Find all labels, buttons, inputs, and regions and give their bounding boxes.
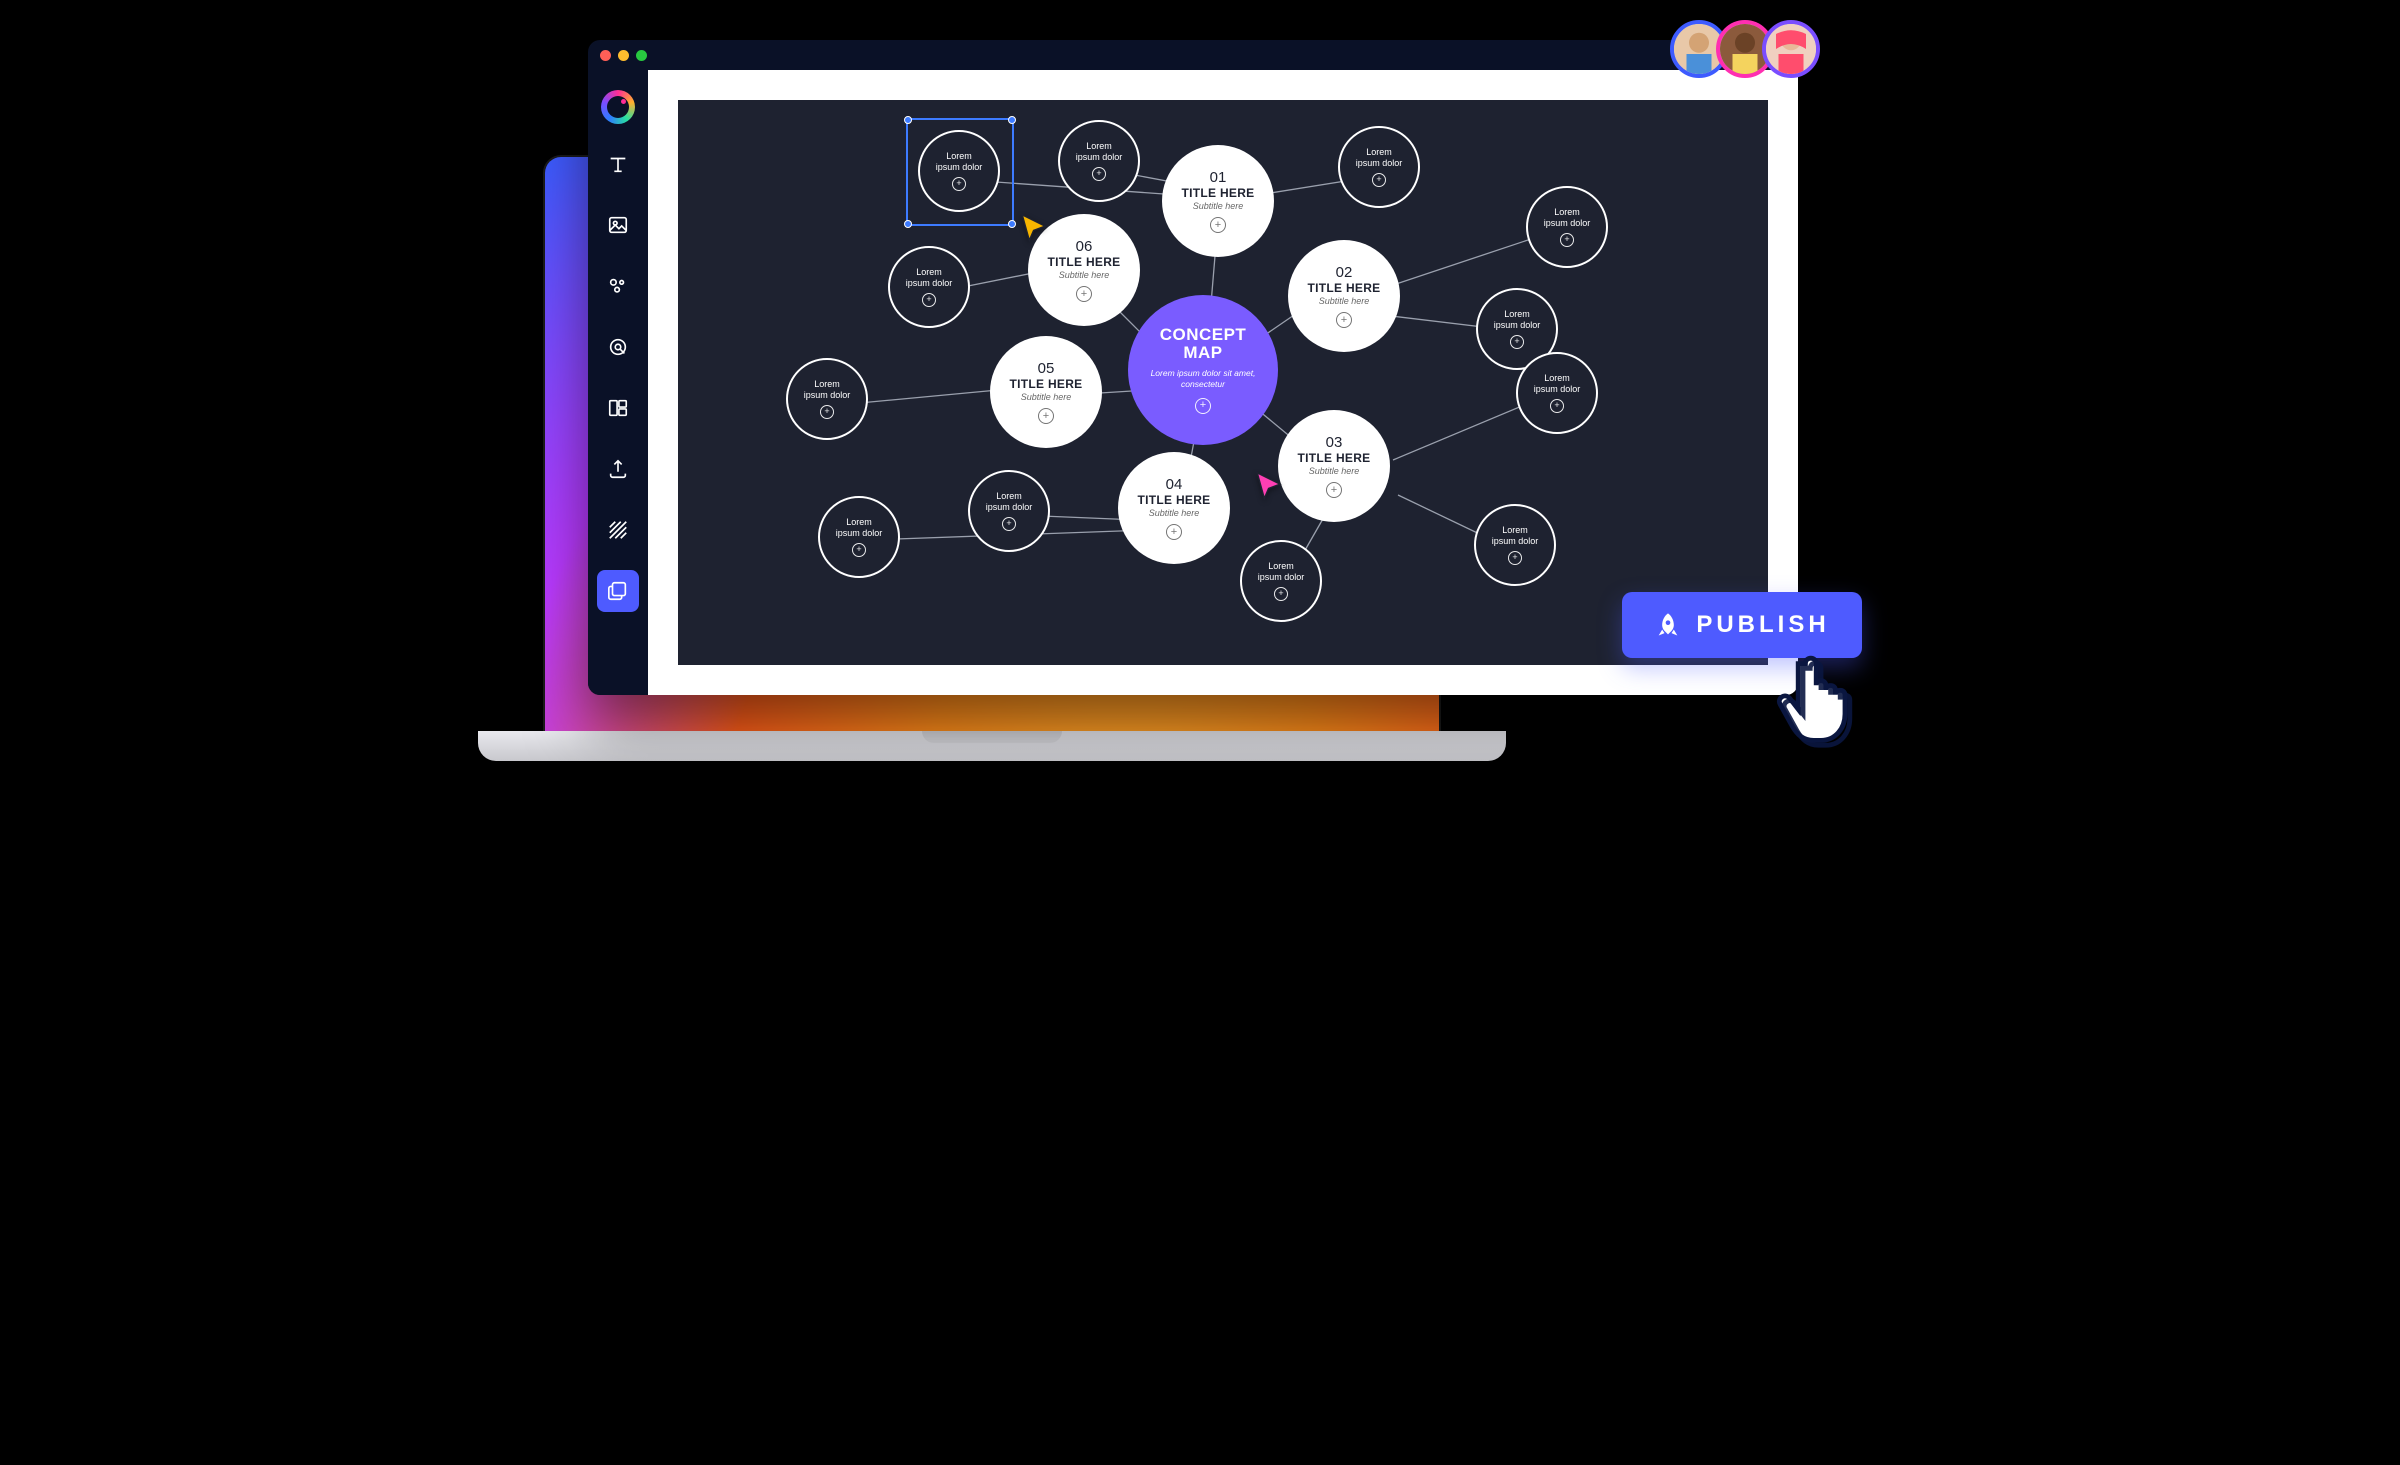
tool-image[interactable] [597,204,639,246]
add-icon[interactable]: + [1550,399,1564,413]
branch-node-04[interactable]: 04 TITLE HERE Subtitle here + [1118,452,1230,564]
branch-subtitle: Subtitle here [1059,270,1110,280]
tool-background[interactable] [597,509,639,551]
collaborator-cursor-pink [1253,470,1287,509]
branch-title: TITLE HERE [1297,451,1370,465]
add-icon[interactable]: + [1274,587,1288,601]
laptop-base [478,731,1506,761]
avatar[interactable] [1762,20,1820,78]
add-icon[interactable]: + [1510,335,1524,349]
branch-node-02[interactable]: 02 TITLE HERE Subtitle here + [1288,240,1400,352]
leaf-node[interactable]: Loremipsum dolor+ [1526,186,1608,268]
branch-number: 01 [1210,169,1227,186]
hatch-icon [607,519,629,541]
tool-insert[interactable] [597,448,639,490]
add-icon[interactable]: + [1092,167,1106,181]
target-click-icon [607,336,629,358]
branch-number: 05 [1038,360,1055,377]
tool-smartblock[interactable] [597,387,639,429]
hub-subtitle: Lorem ipsum dolor sit amet, consectetur [1128,368,1278,390]
branch-subtitle: Subtitle here [1319,296,1370,306]
editor-window: CONCEPTMAP Lorem ipsum dolor sit amet, c… [588,40,1798,695]
branch-subtitle: Subtitle here [1193,201,1244,211]
add-icon[interactable]: + [1372,173,1386,187]
zoom-window-button[interactable] [636,50,647,61]
collaborator-cursor-yellow [1018,212,1052,251]
leaf-node[interactable]: Loremipsum dolor+ [968,470,1050,552]
concept-hub[interactable]: CONCEPTMAP Lorem ipsum dolor sit amet, c… [1128,295,1278,445]
branch-number: 02 [1336,264,1353,281]
branch-title: TITLE HERE [1009,377,1082,391]
minimize-window-button[interactable] [618,50,629,61]
hub-title-line1: CONCEPT [1160,325,1247,344]
leaf-node[interactable]: Loremipsum dolor+ [888,246,970,328]
leaf-node[interactable]: Loremipsum dolor+ [1058,120,1140,202]
resize-handle[interactable] [1008,220,1016,228]
text-icon [607,153,629,175]
tool-resource[interactable] [597,265,639,307]
leaf-node[interactable]: Loremipsum dolor+ [1240,540,1322,622]
add-icon[interactable]: + [1210,217,1226,233]
add-icon[interactable]: + [1076,286,1092,302]
branch-node-05[interactable]: 05 TITLE HERE Subtitle here + [990,336,1102,448]
add-icon[interactable]: + [820,405,834,419]
leaf-node[interactable]: Loremipsum dolor+ [786,358,868,440]
add-icon[interactable]: + [1560,233,1574,247]
selection-box[interactable] [906,118,1014,226]
resize-handle[interactable] [904,220,912,228]
rocket-icon [1654,611,1682,639]
branch-title: TITLE HERE [1307,281,1380,295]
layout-icon [607,397,629,419]
resize-handle[interactable] [1008,116,1016,124]
tool-text[interactable] [597,143,639,185]
laptop-notch [922,731,1062,743]
branch-number: 04 [1166,476,1183,493]
tool-pages[interactable] [597,570,639,612]
branch-subtitle: Subtitle here [1309,466,1360,476]
branch-number: 03 [1326,434,1343,451]
branch-node-03[interactable]: 03 TITLE HERE Subtitle here + [1278,410,1390,522]
close-window-button[interactable] [600,50,611,61]
add-icon[interactable]: + [1326,482,1342,498]
branch-number: 06 [1076,238,1093,255]
collaborator-avatars [1682,20,1820,78]
leaf-node[interactable]: Loremipsum dolor+ [1338,126,1420,208]
window-traffic-lights [600,50,647,61]
add-icon[interactable]: + [922,293,936,307]
resize-handle[interactable] [904,116,912,124]
hub-title-line2: MAP [1183,343,1222,362]
tool-interactive[interactable] [597,326,639,368]
branch-subtitle: Subtitle here [1021,392,1072,402]
leaf-node[interactable]: Loremipsum dolor+ [1516,352,1598,434]
click-hand-icon [1755,630,1875,755]
add-icon[interactable]: + [1195,398,1211,414]
app-logo[interactable] [601,90,635,124]
branch-title: TITLE HERE [1047,255,1120,269]
add-icon[interactable]: + [1038,408,1054,424]
pages-icon [607,580,629,602]
tool-sidebar [588,70,648,695]
shapes-icon [607,275,629,297]
upload-icon [607,458,629,480]
branch-title: TITLE HERE [1181,186,1254,200]
image-icon [607,214,629,236]
canvas[interactable]: CONCEPTMAP Lorem ipsum dolor sit amet, c… [678,100,1768,665]
add-icon[interactable]: + [1336,312,1352,328]
add-icon[interactable]: + [852,543,866,557]
branch-node-01[interactable]: 01 TITLE HERE Subtitle here + [1162,145,1274,257]
add-icon[interactable]: + [1508,551,1522,565]
leaf-node[interactable]: Loremipsum dolor+ [818,496,900,578]
add-icon[interactable]: + [1002,517,1016,531]
branch-title: TITLE HERE [1137,493,1210,507]
add-icon[interactable]: + [1166,524,1182,540]
branch-subtitle: Subtitle here [1149,508,1200,518]
leaf-node[interactable]: Loremipsum dolor+ [1474,504,1556,586]
